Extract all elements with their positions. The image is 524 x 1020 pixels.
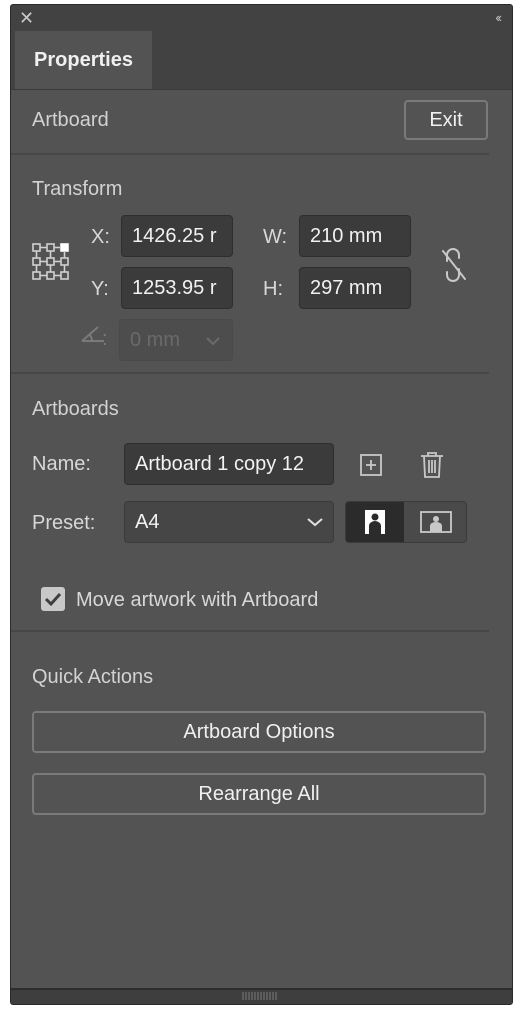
orientation-toggle <box>345 501 467 543</box>
divider <box>11 372 489 374</box>
artboard-mode-title: Artboard <box>32 109 109 131</box>
landscape-button[interactable] <box>406 502 466 542</box>
chevron-down-icon <box>206 337 220 346</box>
height-field[interactable]: 297 mm <box>299 267 411 309</box>
divider <box>11 153 489 155</box>
grip-icon <box>242 992 277 1000</box>
artboards-section-title: Artboards <box>32 398 119 420</box>
checkmark-icon <box>44 592 62 607</box>
quick-actions-section-title: Quick Actions <box>32 666 154 688</box>
panel-titlebar: ✕ ‹‹ <box>11 5 512 31</box>
move-artwork-label: Move artwork with Artboard <box>76 589 319 611</box>
preset-value: A4 <box>135 511 160 533</box>
properties-panel: ✕ ‹‹ Properties Artboard Exit Transform <box>10 4 513 1005</box>
y-label: Y: <box>91 278 109 300</box>
chevron-down-icon <box>307 518 323 527</box>
exit-button[interactable]: Exit <box>404 100 488 140</box>
portrait-icon <box>365 510 385 534</box>
collapse-panel-icon[interactable]: ‹‹ <box>495 10 502 25</box>
rotate-value: 0 mm <box>130 329 180 351</box>
preset-label: Preset: <box>32 512 96 534</box>
artboard-options-button[interactable]: Artboard Options <box>32 711 486 753</box>
transform-section-title: Transform <box>32 178 123 200</box>
add-artboard-icon[interactable] <box>359 453 383 477</box>
landscape-icon <box>420 511 452 533</box>
constrain-proportions-icon[interactable] <box>437 245 473 285</box>
rotate-label: : <box>102 328 108 350</box>
move-artwork-checkbox[interactable] <box>41 587 65 611</box>
h-label: H: <box>263 278 283 300</box>
width-field[interactable]: 210 mm <box>299 215 411 257</box>
name-label: Name: <box>32 453 91 475</box>
panel-resize-grip[interactable] <box>11 988 512 1004</box>
artboard-name-field[interactable]: Artboard 1 copy 12 <box>124 443 334 485</box>
x-position-field[interactable]: 1426.25 r <box>121 215 233 257</box>
rearrange-all-button[interactable]: Rearrange All <box>32 773 486 815</box>
preset-select[interactable]: A4 <box>124 501 334 543</box>
reference-point-icon[interactable] <box>30 241 72 283</box>
divider <box>11 630 489 632</box>
y-position-field[interactable]: 1253.95 r <box>121 267 233 309</box>
close-icon[interactable]: ✕ <box>19 9 34 27</box>
rotate-field: 0 mm <box>119 319 233 361</box>
w-label: W: <box>263 226 288 248</box>
delete-artboard-icon[interactable] <box>420 451 444 479</box>
portrait-button[interactable] <box>346 502 404 542</box>
x-label: X: <box>91 226 110 248</box>
tab-bar: Properties <box>11 31 512 90</box>
tab-properties[interactable]: Properties <box>15 31 152 89</box>
